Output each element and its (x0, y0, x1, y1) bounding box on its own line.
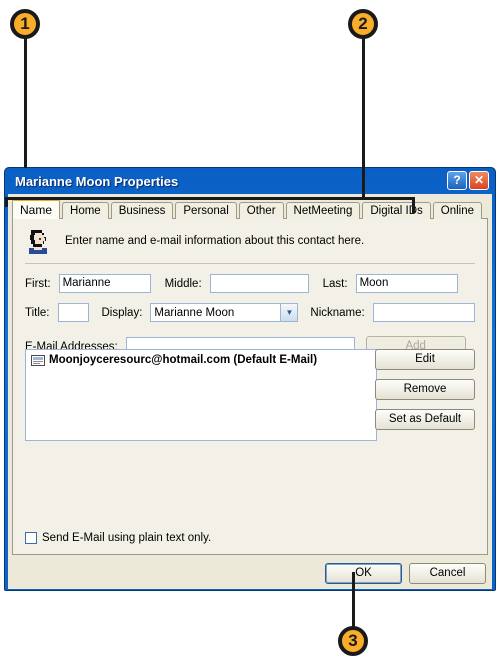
tab-personal[interactable]: Personal (175, 202, 237, 219)
callout-2-bracket-tick-right (412, 197, 415, 213)
contact-person-icon (25, 227, 51, 255)
panel-header-caption: Enter name and e-mail information about … (65, 235, 365, 247)
middle-field[interactable] (209, 274, 309, 293)
plain-text-checkbox[interactable] (25, 532, 37, 544)
last-label: Last: (322, 277, 348, 290)
plain-text-checkbox-label: Send E-Mail using plain text only. (42, 532, 212, 544)
first-field[interactable]: Marianne (58, 274, 151, 293)
edit-button[interactable]: Edit (375, 349, 475, 370)
titlebar-button-group: ? ✕ (447, 171, 489, 190)
tab-other[interactable]: Other (238, 202, 284, 219)
tab-home[interactable]: Home (62, 202, 109, 219)
middle-label: Middle: (164, 277, 202, 290)
callout-1-leader (24, 38, 27, 168)
set-as-default-button[interactable]: Set as Default (375, 409, 475, 430)
tab-strip: Name Home Business Personal Other NetMee… (12, 198, 488, 219)
last-field[interactable]: Moon (355, 274, 458, 293)
tab-business[interactable]: Business (110, 202, 174, 219)
cancel-button[interactable]: Cancel (409, 563, 486, 584)
name-tab-panel: Enter name and e-mail information about … (12, 218, 488, 555)
callout-3-leader (352, 572, 355, 630)
title-field[interactable] (57, 303, 89, 322)
help-icon[interactable]: ? (447, 171, 467, 190)
list-item[interactable]: Moonjoyceresourc@hotmail.com (Default E-… (26, 350, 376, 366)
callout-2-leader (362, 38, 365, 200)
callout-1-marker: 1 (10, 9, 40, 39)
display-combobox[interactable]: Marianne Moon ▼ (150, 303, 299, 322)
remove-button[interactable]: Remove (375, 379, 475, 400)
name-row-2: Title: Display: Marianne Moon ▼ Nickname… (13, 303, 487, 322)
ok-button[interactable]: OK (325, 563, 402, 584)
dialog-title-bar[interactable]: Marianne Moon Properties ? ✕ (8, 168, 492, 194)
first-label: First: (25, 277, 51, 290)
close-icon[interactable]: ✕ (469, 171, 489, 190)
callout-2-bracket (5, 197, 415, 200)
display-combobox-value: Marianne Moon (154, 306, 235, 319)
dialog-footer: OK Cancel (325, 563, 486, 584)
panel-header: Enter name and e-mail information about … (13, 219, 487, 255)
tab-netmeeting[interactable]: NetMeeting (285, 202, 361, 219)
chevron-down-icon[interactable]: ▼ (280, 304, 298, 321)
email-list[interactable]: Moonjoyceresourc@hotmail.com (Default E-… (25, 349, 377, 441)
properties-dialog: Marianne Moon Properties ? ✕ Name Home B… (4, 167, 496, 591)
plain-text-checkbox-row[interactable]: Send E-Mail using plain text only. (25, 532, 211, 544)
list-item-text: Moonjoyceresourc@hotmail.com (Default E-… (49, 354, 318, 366)
nickname-field[interactable] (372, 303, 475, 322)
dialog-title: Marianne Moon Properties (15, 173, 179, 189)
tab-digital-ids[interactable]: Digital IDs (362, 202, 431, 219)
header-divider (25, 263, 475, 264)
nickname-label: Nickname: (310, 306, 365, 319)
screenshot-root: 1 2 3 Marianne Moon Properties ? ✕ Name … (0, 0, 500, 668)
dialog-client-area: Name Home Business Personal Other NetMee… (8, 194, 492, 589)
callout-2-bracket-tick-left (5, 197, 8, 207)
tab-name[interactable]: Name (12, 198, 61, 219)
display-label: Display: (101, 306, 143, 319)
title-label: Title: (25, 306, 50, 319)
mail-envelope-icon (31, 354, 45, 366)
callout-3-marker: 3 (338, 626, 368, 656)
callout-2-marker: 2 (348, 9, 378, 39)
tab-online[interactable]: Online (432, 202, 482, 219)
name-row-1: First: Marianne Middle: Last: Moon (13, 274, 487, 293)
